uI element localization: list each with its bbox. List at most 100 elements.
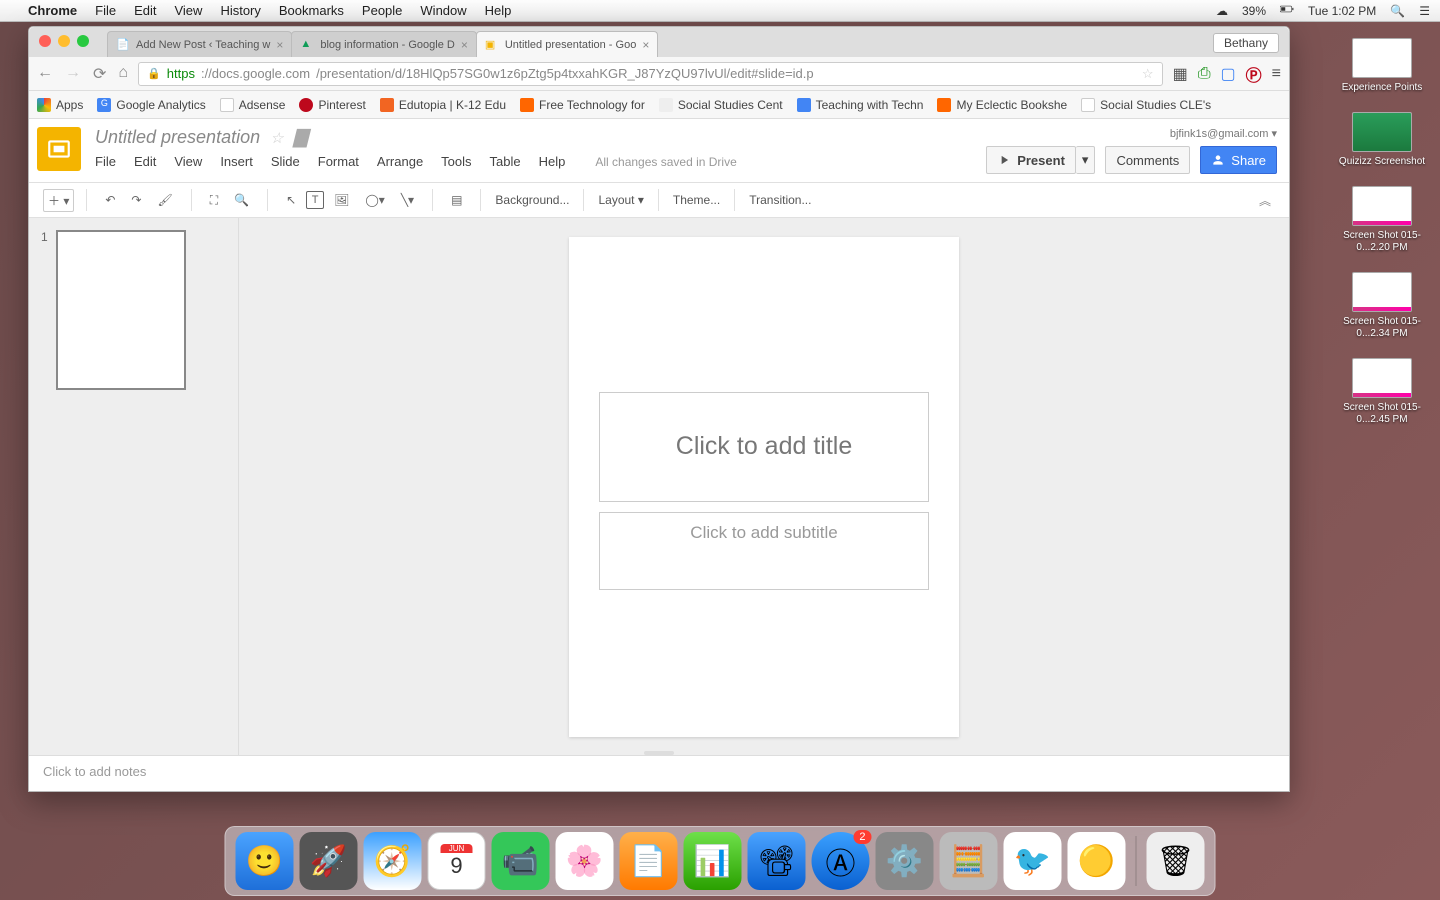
twitter-app[interactable]: 🐦 <box>1004 832 1062 890</box>
background-button[interactable]: Background... <box>487 189 577 211</box>
dropbox-icon[interactable]: ☁ <box>1216 4 1228 18</box>
home-button[interactable]: ⌂ <box>118 64 128 84</box>
bookmark-item[interactable]: Apps <box>37 98 83 112</box>
bookmark-item[interactable]: Social Studies Cent <box>659 98 783 112</box>
photos-app[interactable]: 🌸 <box>556 832 614 890</box>
undo-button[interactable]: ↶ <box>99 189 121 211</box>
calendar-app[interactable]: JUN9 <box>428 832 486 890</box>
theme-button[interactable]: Theme... <box>665 189 728 211</box>
bookmark-item[interactable]: Social Studies CLE's <box>1081 98 1211 112</box>
desktop-file[interactable]: Screen Shot 015-0...2.34 PM <box>1332 272 1432 340</box>
bookmark-star-icon[interactable]: ☆ <box>1142 66 1154 82</box>
menu-edit[interactable]: Edit <box>134 154 156 169</box>
menu-format[interactable]: Format <box>318 154 359 169</box>
safari-app[interactable]: 🧭 <box>364 832 422 890</box>
layout-button[interactable]: Layout ▾ <box>590 189 651 211</box>
settings-app[interactable]: ⚙️ <box>876 832 934 890</box>
menu-insert[interactable]: Insert <box>220 154 253 169</box>
menu-table[interactable]: Table <box>490 154 521 169</box>
menu-edit[interactable]: Edit <box>134 3 156 18</box>
desktop-file[interactable]: Experience Points <box>1342 38 1423 94</box>
paint-format-button[interactable]: 🖌 <box>151 189 178 211</box>
pinterest-extension-icon[interactable]: Ⓟ <box>1246 62 1262 86</box>
canvas-area[interactable]: Click to add title Click to add subtitle <box>239 218 1289 755</box>
menu-history[interactable]: History <box>220 3 260 18</box>
facetime-app[interactable]: 📹 <box>492 832 550 890</box>
menu-help[interactable]: Help <box>485 3 512 18</box>
close-tab-icon[interactable]: × <box>461 38 468 52</box>
menu-help[interactable]: Help <box>539 154 566 169</box>
select-tool[interactable]: ↖ <box>280 189 302 211</box>
bookmark-item[interactable]: Pinterest <box>299 98 365 112</box>
menu-slide[interactable]: Slide <box>271 154 300 169</box>
bookmark-item[interactable]: Edutopia | K-12 Edu <box>380 98 506 112</box>
menu-people[interactable]: People <box>362 3 402 18</box>
trash[interactable]: 🗑 <box>1147 832 1205 890</box>
account-email[interactable]: bjfink1s@gmail.com▾ <box>1170 127 1277 140</box>
present-dropdown[interactable]: ▾ <box>1076 146 1096 174</box>
pages-app[interactable]: 📄 <box>620 832 678 890</box>
menu-tools[interactable]: Tools <box>441 154 471 169</box>
chrome-user-button[interactable]: Bethany <box>1213 33 1279 53</box>
redo-button[interactable]: ↷ <box>125 189 147 211</box>
close-tab-icon[interactable]: × <box>276 38 283 52</box>
finder-app[interactable]: 🙂 <box>236 832 294 890</box>
launchpad-app[interactable]: 🚀 <box>300 832 358 890</box>
line-tool[interactable]: ╲▾ <box>395 189 420 211</box>
menu-window[interactable]: Window <box>420 3 466 18</box>
extension-icon[interactable]: ▦ <box>1173 64 1188 84</box>
spotlight-icon[interactable]: 🔍 <box>1390 4 1405 18</box>
active-app-name[interactable]: Chrome <box>28 3 77 18</box>
close-window[interactable] <box>39 35 51 47</box>
bookmark-item[interactable]: GGoogle Analytics <box>97 98 205 112</box>
bookmark-item[interactable]: My Eclectic Bookshe <box>937 98 1067 112</box>
omnibox[interactable]: 🔒 https://docs.google.com/presentation/d… <box>138 62 1163 86</box>
menu-view[interactable]: View <box>174 3 202 18</box>
collapse-toolbar-icon[interactable]: ︽ <box>1249 188 1281 213</box>
battery-icon[interactable] <box>1280 2 1294 19</box>
desktop-file[interactable]: Quizizz Screenshot <box>1339 112 1425 168</box>
menu-view[interactable]: View <box>174 154 202 169</box>
new-slide-button[interactable]: ＋ ▾ <box>43 189 74 212</box>
chrome-menu-icon[interactable]: ≡ <box>1272 65 1281 83</box>
zoom-window[interactable] <box>77 35 89 47</box>
extension-icon[interactable]: ⎙ <box>1198 65 1211 83</box>
menu-arrange[interactable]: Arrange <box>377 154 423 169</box>
star-icon[interactable]: ☆ <box>270 129 283 147</box>
slide-canvas[interactable]: Click to add title Click to add subtitle <box>569 237 959 737</box>
bookmark-item[interactable]: Adsense <box>220 98 286 112</box>
close-tab-icon[interactable]: × <box>642 38 649 52</box>
clock[interactable]: Tue 1:02 PM <box>1308 4 1376 18</box>
bookmark-item[interactable]: Teaching with Techn <box>797 98 924 112</box>
subtitle-placeholder[interactable]: Click to add subtitle <box>599 512 929 590</box>
forward-button[interactable]: → <box>65 64 81 84</box>
image-tool[interactable]: 🖼 <box>328 189 355 211</box>
menu-file[interactable]: File <box>95 154 116 169</box>
calculator-app[interactable]: 🧮 <box>940 832 998 890</box>
speaker-notes[interactable]: Click to add notes <box>29 755 1289 791</box>
doc-title[interactable]: Untitled presentation <box>95 127 260 148</box>
folder-icon[interactable]: ▇ <box>294 127 308 148</box>
reload-button[interactable]: ⟳ <box>93 64 106 84</box>
numbers-app[interactable]: 📊 <box>684 832 742 890</box>
browser-tab[interactable]: 📄Add New Post ‹ Teaching w× <box>107 31 292 57</box>
zoom-fit-button[interactable]: ⛶ <box>204 189 224 212</box>
browser-tab-active[interactable]: ▣Untitled presentation - Goo× <box>476 31 658 57</box>
desktop-file[interactable]: Screen Shot 015-0...2.20 PM <box>1332 186 1432 254</box>
transition-button[interactable]: Transition... <box>741 189 819 211</box>
slides-logo-icon[interactable] <box>37 127 81 171</box>
present-button[interactable]: Present <box>986 146 1076 174</box>
zoom-button[interactable]: 🔍 <box>228 189 255 211</box>
menu-bookmarks[interactable]: Bookmarks <box>279 3 344 18</box>
slide-thumbnail[interactable] <box>56 230 186 390</box>
appstore-app[interactable]: Ⓐ2 <box>812 832 870 890</box>
minimize-window[interactable] <box>58 35 70 47</box>
textbox-tool[interactable]: T <box>306 191 324 209</box>
desktop-file[interactable]: Screen Shot 015-0...2.45 PM <box>1332 358 1432 426</box>
notifications-icon[interactable]: ☰ <box>1419 4 1430 18</box>
menu-file[interactable]: File <box>95 3 116 18</box>
bookmark-item[interactable]: Free Technology for <box>520 98 645 112</box>
shape-tool[interactable]: ◯▾ <box>359 189 390 211</box>
comments-button[interactable]: Comments <box>1105 146 1190 174</box>
keynote-app[interactable]: 📽 <box>748 832 806 890</box>
